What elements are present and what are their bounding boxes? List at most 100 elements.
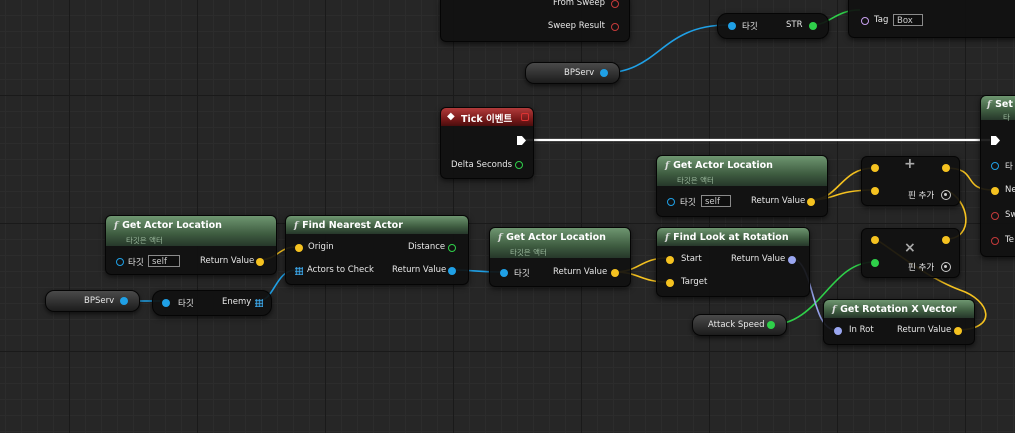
tag-node[interactable]: Tag Box xyxy=(848,0,1015,38)
set-pin-3[interactable] xyxy=(991,237,999,245)
tag-label: Tag xyxy=(874,15,889,25)
set-pin-2[interactable] xyxy=(991,212,999,220)
set-pin-2-label: Sw xyxy=(1005,210,1015,220)
add-output-pin[interactable] xyxy=(942,164,950,172)
delta-seconds-pin[interactable] xyxy=(515,161,523,169)
return-value-label: Return Value xyxy=(553,267,608,277)
self-input[interactable]: self xyxy=(701,195,731,207)
get-actor-location-node[interactable]: f Get Actor Location 타깃은 액터 타깃 Return Val… xyxy=(489,227,631,287)
delegate-pin[interactable] xyxy=(521,113,529,121)
target-pin[interactable] xyxy=(666,279,674,287)
enemy-label: Enemy xyxy=(222,297,252,307)
attack-speed-pin[interactable] xyxy=(767,321,775,329)
return-value-pin[interactable] xyxy=(807,198,815,206)
mul-input-a-pin[interactable] xyxy=(871,236,879,244)
in-rot-pin[interactable] xyxy=(834,327,842,335)
node-title: f Find Nearest Actor xyxy=(294,220,403,231)
sweep-result-label: Sweep Result xyxy=(547,21,605,31)
return-value-pin[interactable] xyxy=(256,258,264,266)
target-label: 타깃 xyxy=(128,258,144,268)
set-pin-0[interactable] xyxy=(991,162,999,170)
self-input[interactable]: self xyxy=(148,255,180,267)
target-pin[interactable] xyxy=(728,22,736,30)
target-pin[interactable] xyxy=(162,299,170,307)
origin-pin[interactable] xyxy=(295,244,303,252)
add-operator: + xyxy=(904,156,916,172)
enemy-array-pin[interactable] xyxy=(255,299,263,307)
exec-in-pin[interactable] xyxy=(991,136,1000,145)
get-actor-location-node[interactable]: f Get Actor Location 타깃은 액터 타깃 self Retur… xyxy=(105,215,277,275)
origin-label: Origin xyxy=(308,242,334,252)
actors-label: Actors to Check xyxy=(307,265,374,275)
return-value-label: Return Value xyxy=(731,254,786,264)
node-title: f Get Rotation X Vector xyxy=(832,304,957,315)
start-pin[interactable] xyxy=(666,256,674,264)
find-nearest-actor-node[interactable]: f Find Nearest Actor Origin Distance Acto… xyxy=(285,215,469,285)
function-icon: f xyxy=(294,220,299,231)
sweep-result-pin[interactable] xyxy=(611,23,619,31)
target-pin[interactable] xyxy=(667,198,675,206)
bpserv-pin[interactable] xyxy=(120,297,128,305)
get-actor-location-node[interactable]: f Get Actor Location 타깃은 액터 타깃 self Retur… xyxy=(656,155,828,217)
sweep-node[interactable]: From Sweep Sweep Result xyxy=(440,0,630,42)
add-pin-label: 핀 추가 xyxy=(908,263,935,273)
mul-output-pin[interactable] xyxy=(942,236,950,244)
exec-out-pin[interactable] xyxy=(517,136,526,145)
function-icon: f xyxy=(114,220,119,231)
target-pin[interactable] xyxy=(500,269,508,277)
set-pin-1-label: Ne xyxy=(1005,185,1015,195)
set-sub: 타 xyxy=(1003,113,1010,122)
node-title: f Get Actor Location xyxy=(114,220,222,231)
in-rot-label: In Rot xyxy=(849,325,874,335)
target-label: 타깃 xyxy=(680,198,696,208)
target-label: 타깃 xyxy=(178,299,194,309)
bpserv-label: BPServ xyxy=(564,68,595,78)
return-value-pin[interactable] xyxy=(448,267,456,275)
bpserv-label: BPServ xyxy=(84,296,115,306)
set-title: f Set xyxy=(987,99,1013,110)
add-vector-node[interactable]: + 핀 추가 xyxy=(861,156,960,206)
tag-input[interactable]: Box xyxy=(893,14,923,26)
attack-speed-label: Attack Speed xyxy=(708,320,765,330)
target-enemy-node[interactable]: 타깃 Enemy xyxy=(152,290,272,316)
distance-label: Distance xyxy=(408,242,446,252)
target-label: Target xyxy=(681,277,708,287)
set-node[interactable]: f Set 타 타 Ne Sw Te xyxy=(980,95,1015,257)
return-value-pin[interactable] xyxy=(788,256,796,264)
from-sweep-pin[interactable] xyxy=(611,0,619,8)
set-pin-3-label: Te xyxy=(1005,235,1014,245)
node-subtitle: 타깃은 액터 xyxy=(677,176,714,185)
return-value-pin[interactable] xyxy=(954,327,962,335)
return-value-label: Return Value xyxy=(392,265,447,275)
bpserv-variable[interactable]: BPServ xyxy=(525,62,620,84)
return-value-label: Return Value xyxy=(897,325,952,335)
tick-title: Tick 이벤트 xyxy=(461,114,513,125)
function-icon: f xyxy=(665,160,670,171)
mul-input-b-pin[interactable] xyxy=(871,259,879,267)
target-pin[interactable] xyxy=(116,258,124,266)
add-pin-button[interactable] xyxy=(941,190,951,200)
attack-speed-variable[interactable]: Attack Speed xyxy=(692,314,787,336)
actors-array-pin[interactable] xyxy=(295,267,303,275)
target-str-node[interactable]: 타깃 STR xyxy=(717,13,829,39)
get-rotation-x-vector-node[interactable]: f Get Rotation X Vector In Rot Return Val… xyxy=(823,299,975,345)
distance-pin[interactable] xyxy=(448,244,456,252)
function-icon: f xyxy=(498,232,503,243)
tick-event-node[interactable]: ◆ Tick 이벤트 Delta Seconds xyxy=(440,107,534,179)
multiply-vector-node[interactable]: × 핀 추가 xyxy=(861,228,960,278)
function-icon: f xyxy=(987,99,992,110)
str-pin[interactable] xyxy=(809,22,817,30)
tag-pin[interactable] xyxy=(861,17,869,25)
add-pin-button[interactable] xyxy=(941,262,951,272)
find-look-at-rotation-node[interactable]: f Find Look at Rotation Start Return Valu… xyxy=(656,227,810,297)
node-subtitle: 타깃은 액터 xyxy=(510,248,547,257)
set-pin-1[interactable] xyxy=(991,187,999,195)
add-input-b-pin[interactable] xyxy=(871,187,879,195)
multiply-operator: × xyxy=(904,240,916,256)
bpserv-variable[interactable]: BPServ xyxy=(45,290,140,312)
bpserv-pin[interactable] xyxy=(600,69,608,77)
add-input-a-pin[interactable] xyxy=(871,164,879,172)
return-value-pin[interactable] xyxy=(611,269,619,277)
start-label: Start xyxy=(681,254,702,264)
node-subtitle: 타깃은 액터 xyxy=(126,236,163,245)
